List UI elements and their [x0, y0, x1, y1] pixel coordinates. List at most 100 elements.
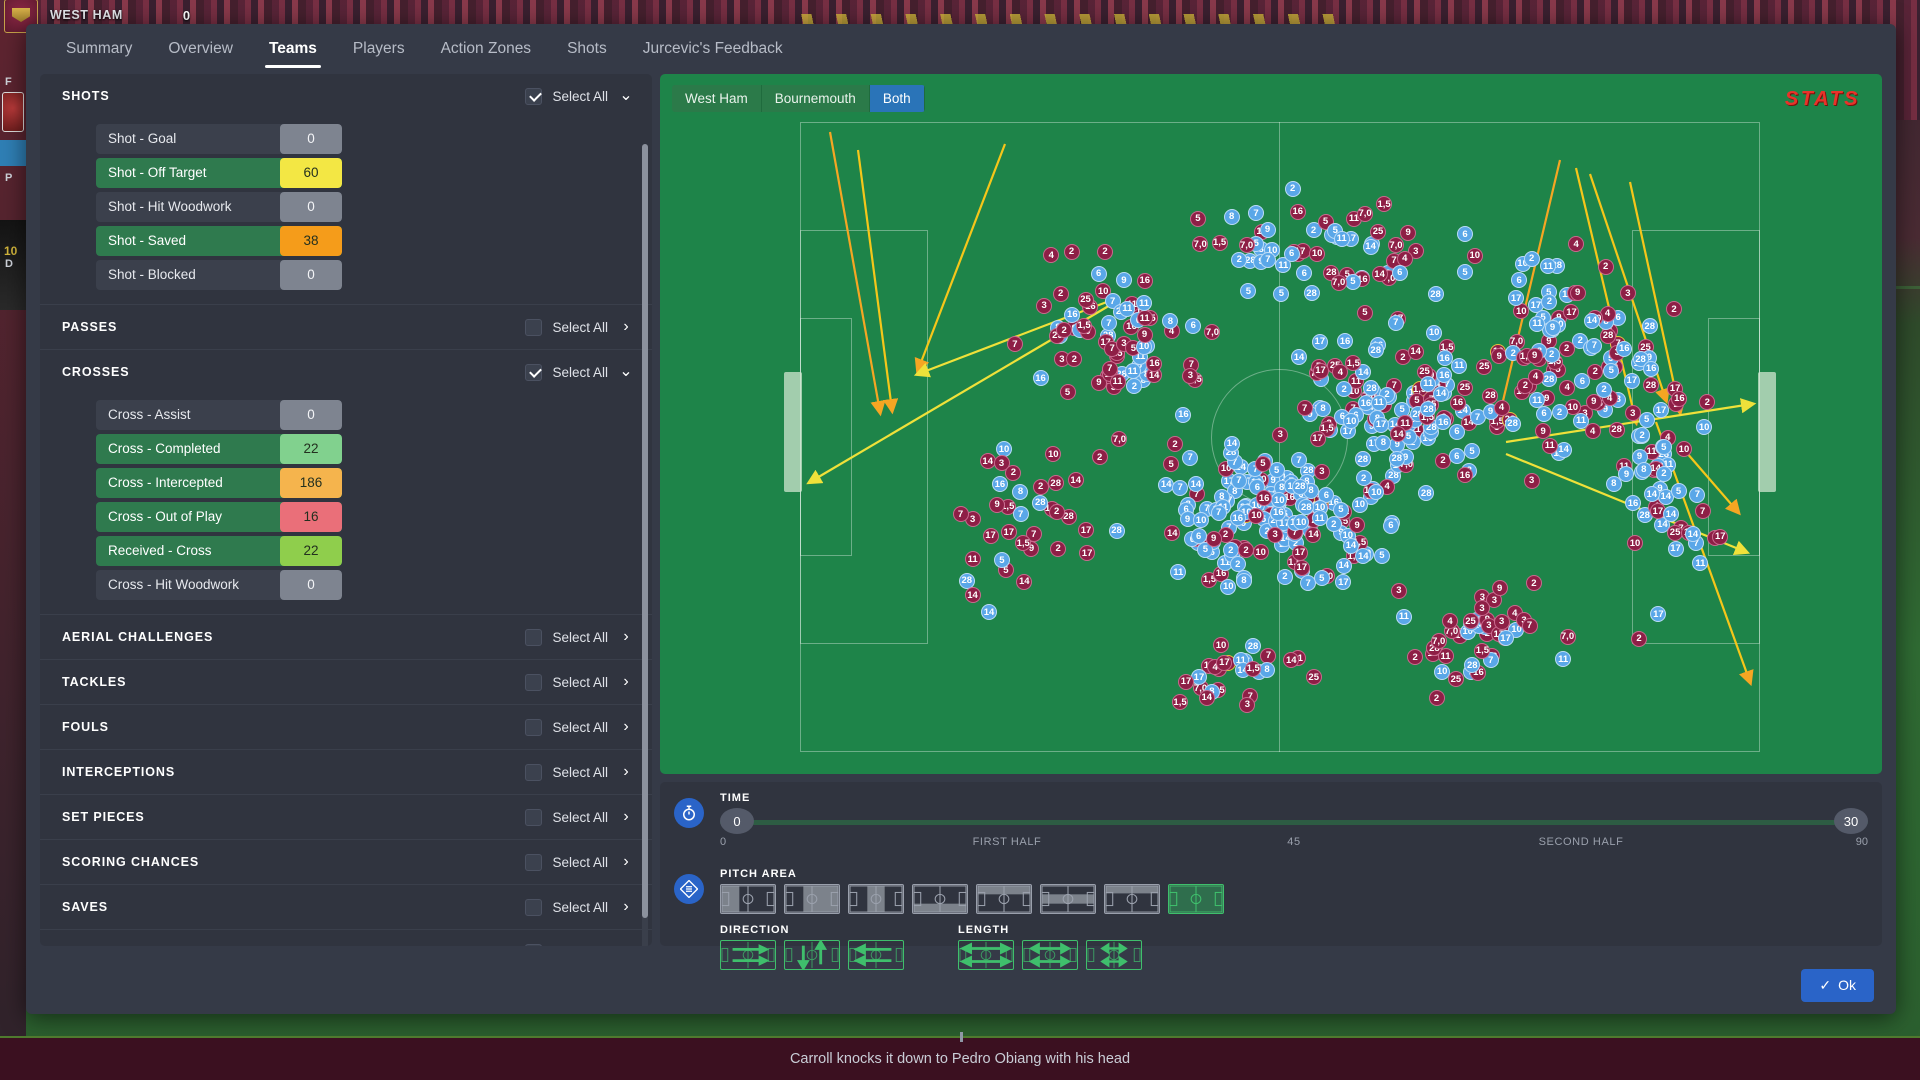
- event-marker[interactable]: 28: [1367, 342, 1384, 359]
- event-marker[interactable]: 10: [1343, 413, 1360, 430]
- event-marker[interactable]: 6: [1448, 448, 1465, 465]
- event-marker[interactable]: 16: [1671, 390, 1688, 407]
- event-marker[interactable]: 28: [1420, 401, 1437, 418]
- event-marker[interactable]: 7: [1172, 479, 1189, 496]
- event-marker[interactable]: 9: [989, 496, 1006, 513]
- event-marker[interactable]: 10: [1675, 441, 1692, 458]
- event-marker[interactable]: 28: [1427, 286, 1444, 303]
- event-marker[interactable]: 14: [1433, 385, 1450, 402]
- event-marker[interactable]: 5: [1603, 362, 1620, 379]
- event-marker[interactable]: 3: [1619, 285, 1636, 301]
- sidebar-scrollbar-thumb[interactable]: [642, 144, 648, 919]
- event-marker[interactable]: 16: [1436, 350, 1453, 367]
- event-marker[interactable]: 4: [1559, 379, 1576, 396]
- direction-vertical[interactable]: [784, 940, 840, 970]
- event-marker[interactable]: 3: [1390, 582, 1407, 599]
- event-marker[interactable]: 11: [1395, 608, 1412, 625]
- select-all-checkbox[interactable]: [525, 808, 543, 826]
- event-marker[interactable]: 16: [1175, 406, 1192, 423]
- event-marker[interactable]: 16: [1136, 272, 1153, 289]
- event-marker[interactable]: 2: [1525, 575, 1542, 592]
- event-marker[interactable]: 10: [1627, 535, 1644, 552]
- event-marker[interactable]: 7: [1182, 449, 1199, 466]
- event-marker[interactable]: 11: [1311, 510, 1328, 527]
- length-short[interactable]: [1086, 940, 1142, 970]
- event-marker[interactable]: 2: [1597, 258, 1614, 275]
- event-marker[interactable]: 17: [1078, 522, 1095, 539]
- event-marker[interactable]: 28: [1642, 377, 1659, 394]
- event-marker[interactable]: 11: [1333, 230, 1350, 247]
- direction-forward[interactable]: [720, 940, 776, 970]
- event-marker[interactable]: 16: [1256, 490, 1273, 507]
- select-all-control[interactable]: Select All ›: [525, 808, 634, 826]
- chevron-right-icon[interactable]: ›: [618, 854, 634, 870]
- select-all-checkbox[interactable]: [525, 763, 543, 781]
- event-marker[interactable]: 7: [1290, 452, 1307, 468]
- event-marker[interactable]: 17: [1623, 372, 1640, 389]
- event-marker[interactable]: 7: [1012, 506, 1029, 523]
- stat-row[interactable]: Cross - Hit Woodwork 0: [96, 570, 342, 600]
- chevron-right-icon[interactable]: ›: [618, 629, 634, 645]
- event-marker[interactable]: 14: [1555, 441, 1572, 458]
- event-marker[interactable]: 28: [1047, 475, 1064, 492]
- event-marker[interactable]: 4: [1441, 613, 1458, 630]
- event-marker[interactable]: 7: [1259, 251, 1276, 268]
- event-marker[interactable]: 2: [1166, 436, 1183, 452]
- section-header[interactable]: PASSES Select All ›: [40, 305, 652, 349]
- select-all-checkbox[interactable]: [525, 363, 543, 381]
- event-marker[interactable]: 5: [1457, 264, 1474, 281]
- select-all-control[interactable]: Select All ›: [525, 673, 634, 691]
- event-marker[interactable]: 8: [1375, 434, 1392, 451]
- event-marker[interactable]: 11: [1119, 300, 1136, 317]
- time-slider-track[interactable]: [720, 820, 1868, 825]
- select-all-checkbox[interactable]: [525, 87, 543, 105]
- event-marker[interactable]: 7,0: [1559, 628, 1576, 645]
- event-marker[interactable]: 14: [1335, 557, 1352, 574]
- event-marker[interactable]: 17: [1000, 524, 1017, 541]
- event-marker[interactable]: 1,5: [1376, 196, 1393, 213]
- event-marker[interactable]: 6: [1283, 245, 1300, 262]
- event-marker[interactable]: 11: [964, 551, 981, 568]
- event-marker[interactable]: 14: [1407, 343, 1424, 360]
- event-marker[interactable]: 10: [1248, 507, 1265, 524]
- event-marker[interactable]: 28: [1244, 638, 1261, 655]
- chevron-right-icon[interactable]: ›: [618, 809, 634, 825]
- event-marker[interactable]: 25: [1447, 671, 1464, 688]
- section-header[interactable]: SAVES Select All ›: [40, 885, 652, 929]
- tab-shots[interactable]: Shots: [549, 40, 625, 68]
- event-marker[interactable]: 28: [1354, 451, 1371, 468]
- stat-row[interactable]: Received - Cross 22: [96, 536, 342, 566]
- event-marker[interactable]: 1,5: [1172, 694, 1189, 711]
- event-marker[interactable]: 28: [1504, 415, 1521, 432]
- section-header[interactable]: AERIAL CHALLENGES Select All ›: [40, 615, 652, 659]
- event-marker[interactable]: 7: [952, 506, 969, 523]
- event-marker[interactable]: 6: [1190, 528, 1207, 545]
- event-marker[interactable]: 7,0: [1330, 274, 1347, 291]
- event-marker[interactable]: 10: [1252, 544, 1269, 561]
- event-marker[interactable]: 9: [1349, 517, 1366, 534]
- event-marker[interactable]: 8: [1235, 572, 1252, 589]
- event-marker[interactable]: 8: [1012, 483, 1029, 500]
- pitch-area-right-two-thirds[interactable]: [784, 884, 840, 914]
- stat-row[interactable]: Shot - Blocked 0: [96, 260, 342, 290]
- event-marker[interactable]: 5: [1356, 304, 1373, 321]
- section-header[interactable]: SHOTS Select All ⌄: [40, 74, 652, 118]
- event-marker[interactable]: 2: [1336, 381, 1353, 398]
- event-marker[interactable]: 7: [1101, 360, 1118, 377]
- event-marker[interactable]: 2: [1276, 568, 1293, 585]
- event-marker[interactable]: 16: [1449, 394, 1466, 411]
- event-marker[interactable]: 7,0: [1192, 236, 1209, 253]
- event-marker[interactable]: 14: [1305, 526, 1322, 543]
- direction-backward[interactable]: [848, 940, 904, 970]
- sidebar-scrollbar[interactable]: [642, 144, 648, 946]
- event-marker[interactable]: 25: [1476, 358, 1493, 375]
- event-marker[interactable]: 10: [1368, 484, 1385, 501]
- event-marker[interactable]: 9: [1205, 530, 1222, 547]
- event-marker[interactable]: 7: [1100, 315, 1117, 332]
- event-marker[interactable]: 17: [1712, 528, 1729, 545]
- select-all-checkbox[interactable]: [525, 718, 543, 736]
- event-marker[interactable]: 5: [993, 552, 1010, 569]
- event-marker[interactable]: 5: [1240, 283, 1257, 300]
- event-marker[interactable]: 6: [1448, 423, 1465, 440]
- event-marker[interactable]: 1,5: [1474, 642, 1491, 659]
